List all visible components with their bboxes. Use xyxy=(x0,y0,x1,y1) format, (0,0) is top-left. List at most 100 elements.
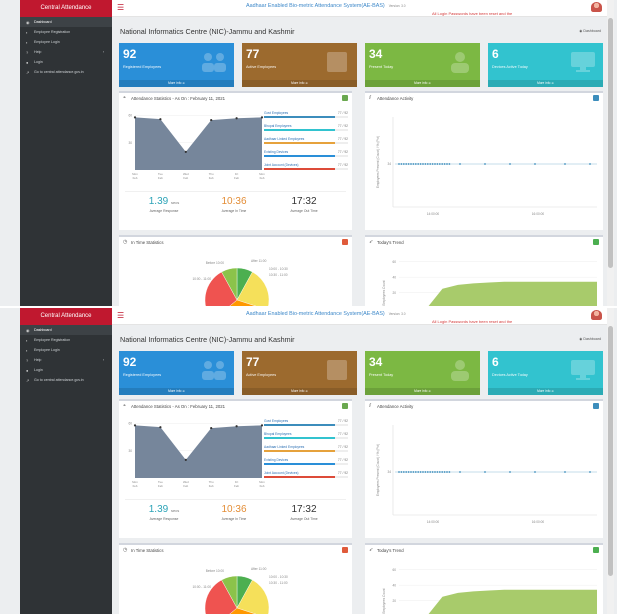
app-title: Aadhaar Enabled Bio-metric Attendance Sy… xyxy=(246,3,406,9)
card-value: 77 xyxy=(246,47,260,61)
data-point xyxy=(436,163,439,165)
breadcrumb[interactable]: ◉ Dashboard xyxy=(579,29,601,33)
sidebar-item-label: Employee Registration xyxy=(34,338,71,342)
y-axis-label: Employees Present (Count) / % (Pct) xyxy=(376,444,380,496)
app-title: Aadhaar Enabled Bio-metric Attendance Sy… xyxy=(246,311,406,317)
avatar[interactable] xyxy=(591,310,602,320)
legend-row: Govt Employees 77 / 92 xyxy=(264,419,348,428)
panel-header: ◷ In Time Statistics xyxy=(119,545,352,555)
stat-average-in-time: 10:36 Average In Time xyxy=(199,196,269,213)
more-info-link[interactable]: More info ➜ xyxy=(119,388,234,395)
collapse-button[interactable] xyxy=(593,239,599,245)
collapse-button[interactable] xyxy=(342,547,348,553)
more-info-link[interactable]: More info ➜ xyxy=(365,388,480,395)
data-point xyxy=(405,163,408,165)
stat-value: 17:32 xyxy=(291,196,317,207)
data-point xyxy=(405,471,408,473)
person-icon xyxy=(451,52,469,73)
attendance-statistics-panel: ◓ Attendance Statistics - As On : Februa… xyxy=(119,399,352,538)
data-point xyxy=(422,471,424,473)
data-point xyxy=(417,163,420,165)
sidebar-item-central-attendance-link[interactable]: ↗ Go to central attendance.gov.in xyxy=(20,375,112,385)
pie-label: Before 10:00 xyxy=(206,569,224,573)
collapse-button[interactable] xyxy=(593,403,599,409)
sidebar-item-label: Dashboard xyxy=(34,328,52,332)
data-point xyxy=(429,471,432,473)
more-info-link[interactable]: More info ➜ xyxy=(488,80,603,87)
sidebar-item-help[interactable]: ? Help ‹ xyxy=(20,47,112,57)
app-version: Version: 3.0 xyxy=(388,312,406,316)
login-icon: ● xyxy=(26,59,29,65)
data-point xyxy=(564,163,566,165)
more-info-link[interactable]: More info ➜ xyxy=(488,388,603,395)
y-tick-label: 30 xyxy=(128,449,132,453)
stat-label: Average In Time xyxy=(221,517,247,521)
scrollbar-thumb[interactable] xyxy=(608,326,613,576)
more-info-link[interactable]: More info ➜ xyxy=(242,80,357,87)
data-point xyxy=(410,471,412,473)
collapse-button[interactable] xyxy=(342,95,348,101)
card-devices-active: 6 Devices Active Today More info ➜ xyxy=(488,351,603,395)
data-point xyxy=(436,471,439,473)
scrollbar-thumb[interactable] xyxy=(608,18,613,268)
stat-value: 17:32 xyxy=(291,504,317,515)
pie-label: 10:00 - 10:30 xyxy=(269,267,288,271)
brand-title[interactable]: Central Attendance xyxy=(20,308,112,325)
collapse-button[interactable] xyxy=(342,403,348,409)
more-info-link[interactable]: More info ➜ xyxy=(119,80,234,87)
more-info-link[interactable]: More info ➜ xyxy=(365,80,480,87)
legend-row: Aadhaar Linked Employees 77 / 92 xyxy=(264,137,348,146)
collapse-button[interactable] xyxy=(593,547,599,553)
card-value: 6 xyxy=(492,355,499,369)
in-time-pie-chart: Before 10:00 After 11:0010:00 - 10:30 10:3… xyxy=(192,259,288,306)
chevron-left-icon: ‹ xyxy=(102,50,104,54)
sidebar-item-dashboard[interactable]: ◉ Dashboard xyxy=(20,325,112,335)
data-point xyxy=(564,471,566,473)
card-present-today: 34 Present Today More info ➜ xyxy=(365,351,480,395)
sidebar-item-help[interactable]: ? Help ‹ xyxy=(20,355,112,365)
book-icon xyxy=(327,360,347,380)
stats-icon: ◓ xyxy=(123,402,127,409)
data-point xyxy=(133,116,137,119)
password-reset-notice: All Login Passwords have been reset and … xyxy=(432,11,513,16)
legend-row: Existing Devices 77 / 92 xyxy=(264,458,348,467)
data-point xyxy=(235,117,238,120)
sidebar-item-employee-registration[interactable]: ▪ Employee Registration xyxy=(20,27,112,37)
legend-value: 77 / 92 xyxy=(337,163,348,167)
employees-icon xyxy=(202,361,226,380)
data-point xyxy=(431,163,434,165)
menu-toggle-icon[interactable]: ☰ xyxy=(117,4,124,12)
menu-toggle-icon[interactable]: ☰ xyxy=(117,312,124,320)
data-point xyxy=(441,471,444,473)
data-point xyxy=(400,163,403,165)
data-point xyxy=(426,471,429,473)
data-point xyxy=(589,471,591,473)
scrollbar[interactable] xyxy=(607,308,614,614)
panel-title: In Time Statistics xyxy=(131,240,164,245)
trend-icon: ➶ xyxy=(369,238,374,245)
data-point xyxy=(429,163,432,165)
data-point xyxy=(210,118,213,122)
collapse-button[interactable] xyxy=(593,95,599,101)
scrollbar[interactable] xyxy=(607,0,614,306)
data-point xyxy=(424,163,427,165)
sidebar-item-employee-login[interactable]: ▪ Employee Login xyxy=(20,37,112,47)
avatar[interactable] xyxy=(591,2,602,12)
todays-trend-chart: Employees Count 60 40 20 xyxy=(382,260,597,306)
y-tick-label: 30 xyxy=(128,141,132,145)
sidebar-item-dashboard[interactable]: ◉ Dashboard xyxy=(20,17,112,27)
x-tick-label: Feb xyxy=(133,176,138,180)
data-point xyxy=(589,163,591,165)
brand-title[interactable]: Central Attendance xyxy=(20,0,112,17)
sidebar-item-employee-login[interactable]: ▪ Employee Login xyxy=(20,345,112,355)
sidebar-item-central-attendance-link[interactable]: ↗ Go to central attendance.gov.in xyxy=(20,67,112,77)
sidebar-item-login[interactable]: ● Login xyxy=(20,365,112,375)
more-info-link[interactable]: More info ➜ xyxy=(242,388,357,395)
y-axis-label: Employees Count xyxy=(382,588,386,613)
collapse-button[interactable] xyxy=(342,239,348,245)
data-point xyxy=(412,163,415,165)
sidebar-item-employee-registration[interactable]: ▪ Employee Registration xyxy=(20,335,112,345)
breadcrumb[interactable]: ◉ Dashboard xyxy=(579,337,601,341)
data-point xyxy=(407,163,410,165)
sidebar-item-login[interactable]: ● Login xyxy=(20,57,112,67)
